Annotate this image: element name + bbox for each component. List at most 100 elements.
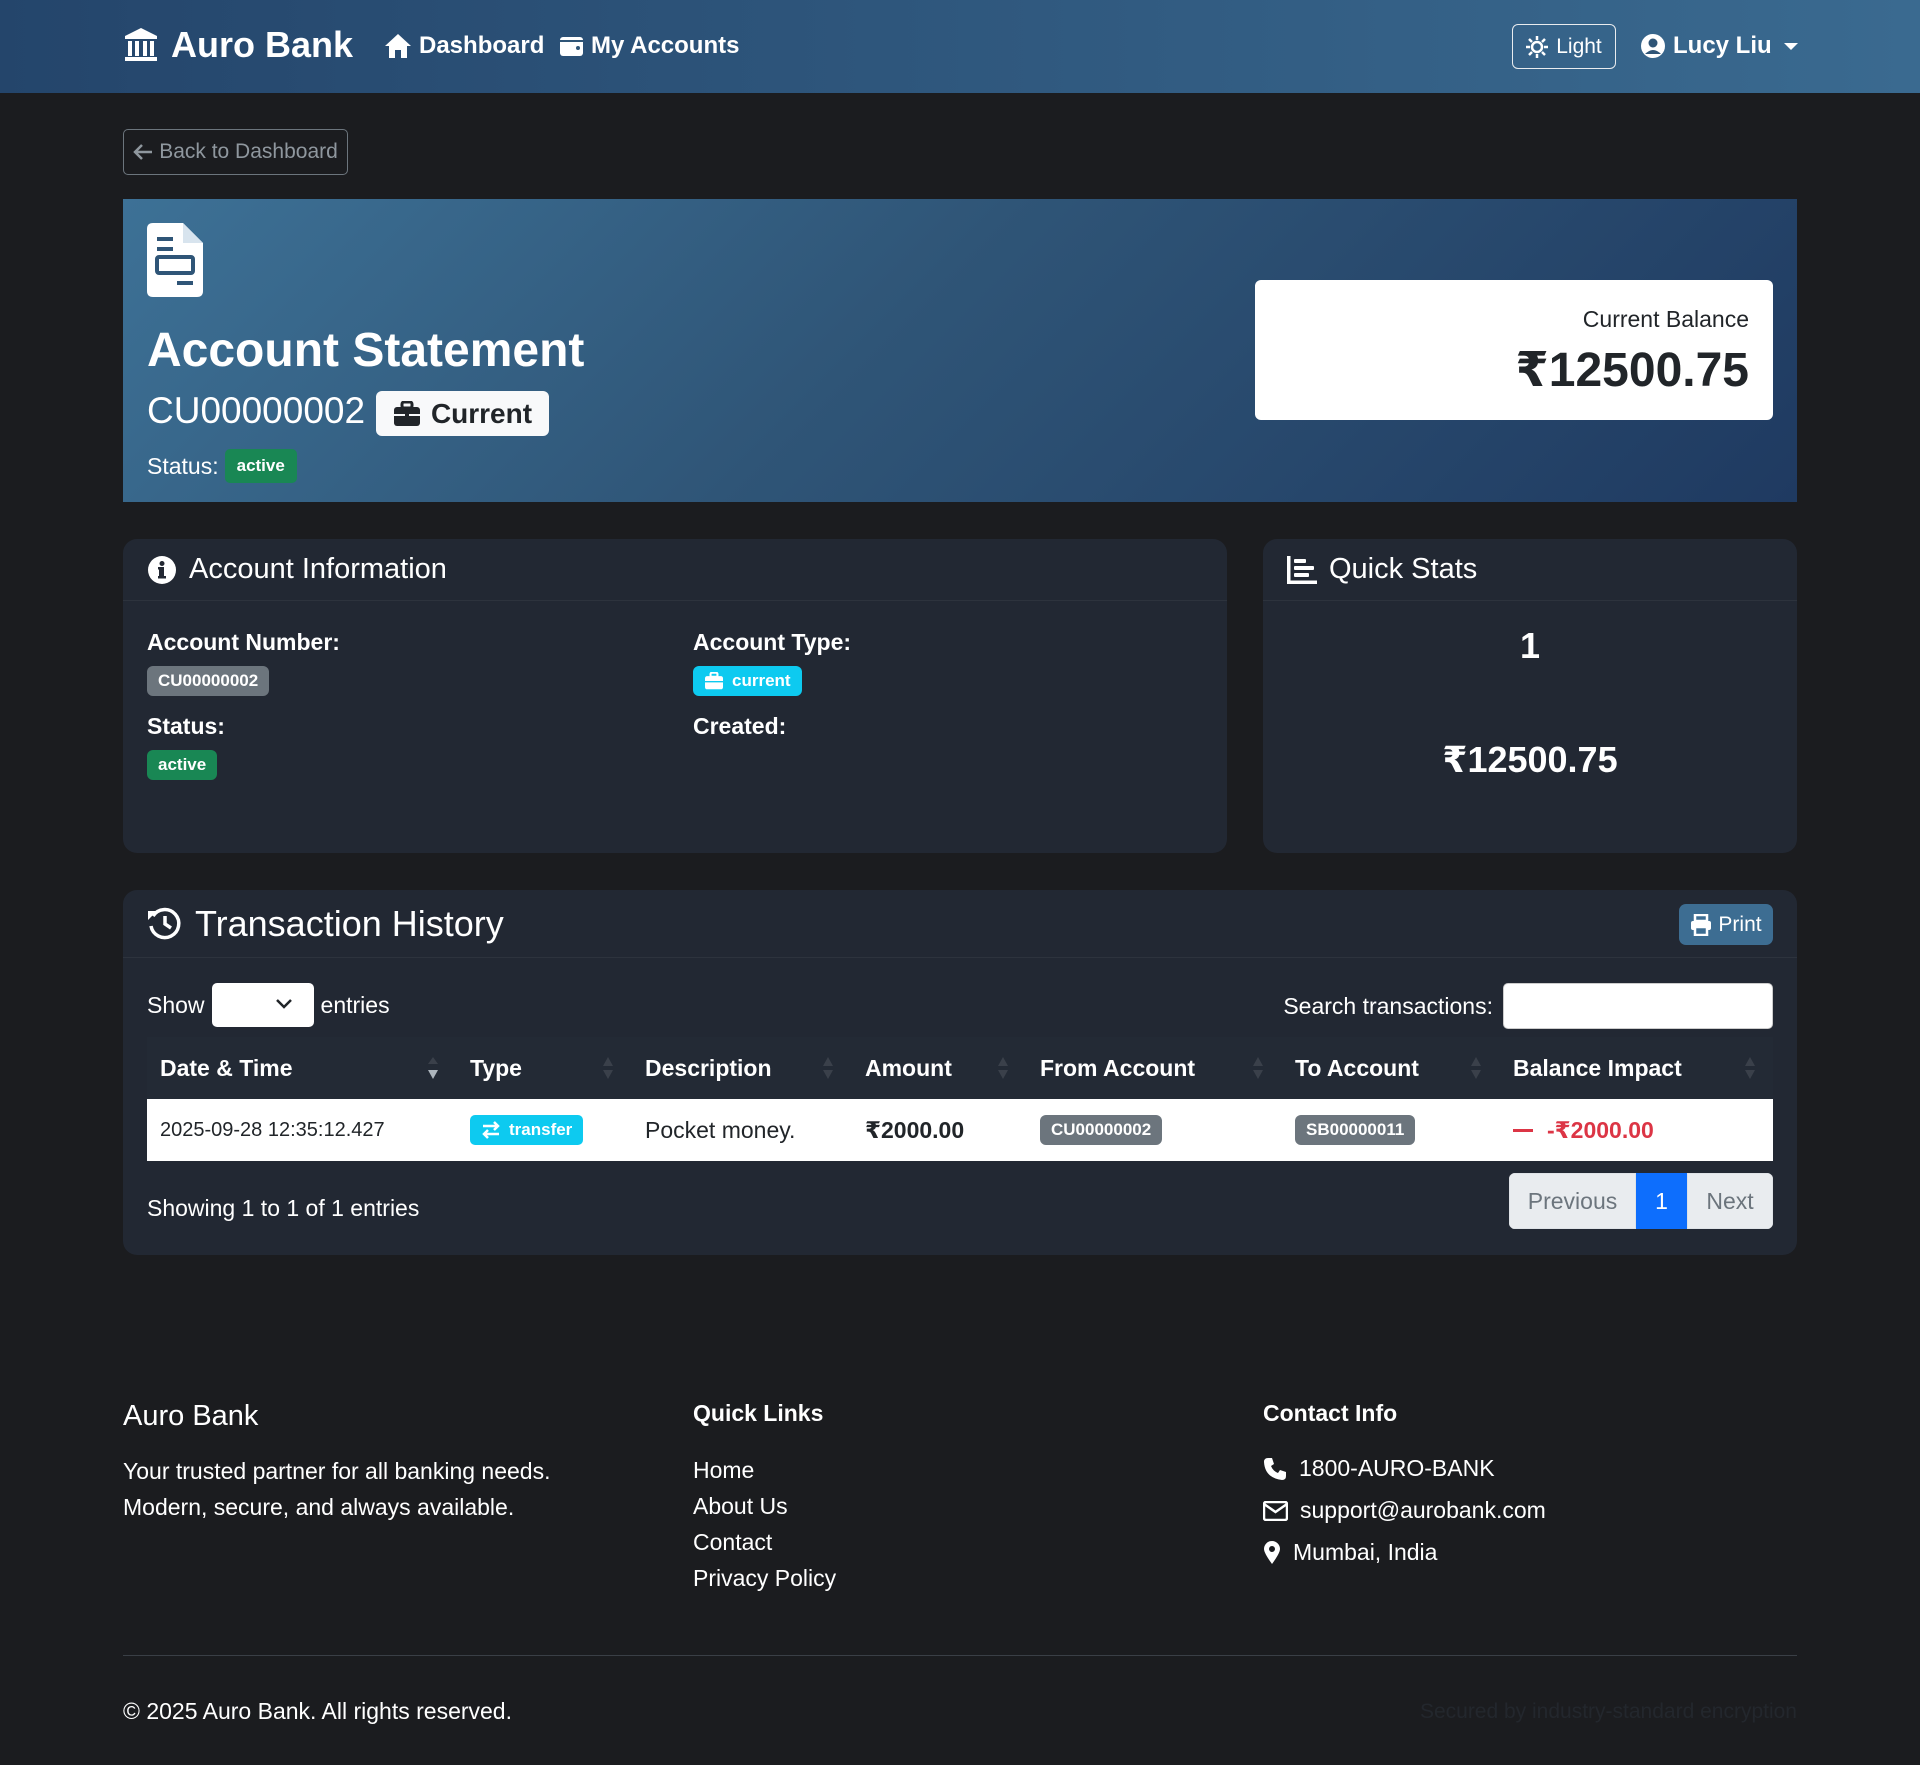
pagination-previous[interactable]: Previous bbox=[1509, 1173, 1636, 1229]
sun-icon bbox=[1526, 35, 1549, 58]
history-icon bbox=[148, 907, 181, 939]
column-header-date[interactable]: Date & Time bbox=[160, 1037, 293, 1099]
sort-icon[interactable] bbox=[822, 1054, 834, 1082]
footer-link-contact[interactable]: Contact bbox=[693, 1529, 772, 1556]
quick-stats-header: Quick Stats bbox=[1263, 539, 1797, 601]
footer-copyright: © 2025 Auro Bank. All rights reserved. bbox=[123, 1698, 512, 1724]
cell-amount: ₹2000.00 bbox=[865, 1116, 965, 1143]
printer-icon bbox=[1691, 913, 1712, 936]
quick-stats-card: Quick Stats 1 ₹12500.75 bbox=[1263, 539, 1797, 853]
account-information-card: Account Information Account Number: CU00… bbox=[123, 539, 1227, 853]
stat-transaction-count: 1 bbox=[1519, 625, 1541, 666]
footer-email: support@aurobank.com bbox=[1263, 1497, 1546, 1524]
search-control: Search transactions: bbox=[1283, 983, 1773, 1029]
theme-toggle-label: Light bbox=[1556, 34, 1602, 58]
user-name: Lucy Liu bbox=[1673, 32, 1772, 59]
back-to-dashboard-button[interactable]: Back to Dashboard bbox=[123, 129, 348, 175]
footer-about: Auro Bank Your trusted partner for all b… bbox=[123, 1400, 550, 1525]
transaction-type-label: transfer bbox=[509, 1120, 573, 1139]
footer-location: Mumbai, India bbox=[1263, 1539, 1437, 1566]
sort-desc-icon[interactable] bbox=[427, 1054, 439, 1082]
footer-contact: Contact Info 1800-AURO-BANK support@auro… bbox=[1263, 1400, 1663, 1570]
pagination-page-1[interactable]: 1 bbox=[1636, 1173, 1687, 1229]
column-header-to-account[interactable]: To Account bbox=[1295, 1037, 1419, 1099]
account-type-badge: current bbox=[693, 666, 802, 696]
hero-status-label: Status: bbox=[147, 452, 219, 479]
account-type-value: current bbox=[732, 671, 791, 690]
search-input[interactable] bbox=[1503, 983, 1773, 1029]
column-header-balance-impact[interactable]: Balance Impact bbox=[1513, 1037, 1682, 1099]
account-type-label: Account Type: bbox=[693, 629, 852, 655]
theme-toggle-button[interactable]: Light bbox=[1512, 24, 1616, 69]
cell-date: 2025-09-28 12:35:12.427 bbox=[160, 1118, 385, 1141]
phone-icon bbox=[1264, 1457, 1286, 1480]
column-header-from-account[interactable]: From Account bbox=[1040, 1037, 1195, 1099]
chart-bar-icon bbox=[1287, 555, 1317, 584]
footer-quick-links-title: Quick Links bbox=[693, 1400, 824, 1426]
bank-icon bbox=[125, 28, 157, 61]
table-info: Showing 1 to 1 of 1 entries bbox=[147, 1195, 420, 1221]
account-information-header: Account Information bbox=[123, 539, 1227, 601]
quick-stats-title: Quick Stats bbox=[1329, 553, 1478, 585]
footer-link-about[interactable]: About Us bbox=[693, 1493, 788, 1520]
footer-phone: 1800-AURO-BANK bbox=[1263, 1455, 1495, 1482]
account-number-label: Account Number: bbox=[147, 629, 340, 655]
account-status-label: Status: bbox=[147, 713, 225, 739]
back-label: Back to Dashboard bbox=[159, 140, 338, 163]
nav-dashboard-label: Dashboard bbox=[419, 32, 545, 59]
arrow-left-icon bbox=[133, 144, 153, 160]
column-header-type[interactable]: Type bbox=[470, 1037, 522, 1099]
footer-tagline-2: Modern, secure, and always available. bbox=[123, 1494, 515, 1520]
pagination-next[interactable]: Next bbox=[1687, 1173, 1773, 1229]
balance-impact-value: -₹2000.00 bbox=[1513, 1117, 1654, 1144]
sort-icon[interactable] bbox=[1470, 1054, 1482, 1082]
map-pin-icon bbox=[1264, 1541, 1280, 1564]
footer-phone-text: 1800-AURO-BANK bbox=[1299, 1455, 1495, 1481]
column-header-amount[interactable]: Amount bbox=[865, 1037, 952, 1099]
hero-status: Status: active bbox=[147, 449, 297, 483]
hero-account-number: CU00000002 bbox=[147, 390, 366, 431]
chevron-down-icon bbox=[1783, 42, 1798, 50]
user-menu-dropdown[interactable]: Lucy Liu bbox=[1640, 32, 1798, 60]
sort-icon[interactable] bbox=[1252, 1054, 1264, 1082]
document-icon bbox=[147, 223, 203, 297]
sort-icon[interactable] bbox=[602, 1054, 614, 1082]
transactions-table: Date & Time Type Description Amount From… bbox=[147, 1037, 1773, 1161]
footer-email-text[interactable]: support@aurobank.com bbox=[1300, 1497, 1546, 1524]
account-created-label: Created: bbox=[693, 713, 787, 739]
briefcase-icon bbox=[393, 400, 420, 426]
status-badge: active bbox=[224, 449, 297, 483]
sort-icon[interactable] bbox=[997, 1054, 1009, 1082]
footer-link-privacy[interactable]: Privacy Policy bbox=[693, 1565, 836, 1592]
nav-dashboard[interactable]: Dashboard bbox=[384, 32, 544, 60]
footer-location-text: Mumbai, India bbox=[1293, 1539, 1438, 1565]
wallet-icon bbox=[560, 37, 583, 56]
page-length-control: Show entries bbox=[147, 983, 390, 1027]
stat-balance-value: ₹12500.75 bbox=[1442, 739, 1618, 780]
cell-balance-impact: -₹2000.00 bbox=[1513, 1099, 1654, 1161]
account-information-title: Account Information bbox=[189, 553, 447, 585]
sort-icon[interactable] bbox=[1744, 1054, 1756, 1082]
table-header-row: Date & Time Type Description Amount From… bbox=[147, 1037, 1773, 1099]
info-circle-icon bbox=[148, 555, 176, 584]
current-balance-value: ₹12500.75 bbox=[1515, 344, 1749, 397]
user-avatar-icon bbox=[1641, 34, 1665, 58]
from-account-badge: CU00000002 bbox=[1040, 1115, 1163, 1145]
cell-type: transfer bbox=[470, 1099, 584, 1161]
exchange-icon bbox=[482, 1121, 500, 1139]
transaction-type-badge: transfer bbox=[470, 1115, 584, 1145]
column-header-description[interactable]: Description bbox=[645, 1037, 772, 1099]
account-number-badge: CU00000002 bbox=[147, 666, 270, 696]
footer-quick-links: Quick Links Home About Us Contact Privac… bbox=[693, 1400, 993, 1600]
statement-hero: Account Statement CU00000002 Current Sta… bbox=[123, 199, 1797, 502]
nav-my-accounts[interactable]: My Accounts bbox=[559, 32, 739, 60]
current-balance-card: Current Balance ₹12500.75 bbox=[1255, 280, 1773, 420]
print-button[interactable]: Print bbox=[1679, 904, 1773, 945]
page-title: Account Statement bbox=[147, 324, 585, 377]
footer-link-home[interactable]: Home bbox=[693, 1457, 754, 1484]
transaction-history-card: Transaction History Print Show entries S… bbox=[123, 890, 1797, 1255]
entries-select[interactable] bbox=[211, 983, 314, 1027]
brand-link[interactable]: Auro Bank bbox=[123, 24, 353, 66]
cell-from-account: CU00000002 bbox=[1040, 1099, 1163, 1161]
print-label: Print bbox=[1718, 912, 1762, 936]
